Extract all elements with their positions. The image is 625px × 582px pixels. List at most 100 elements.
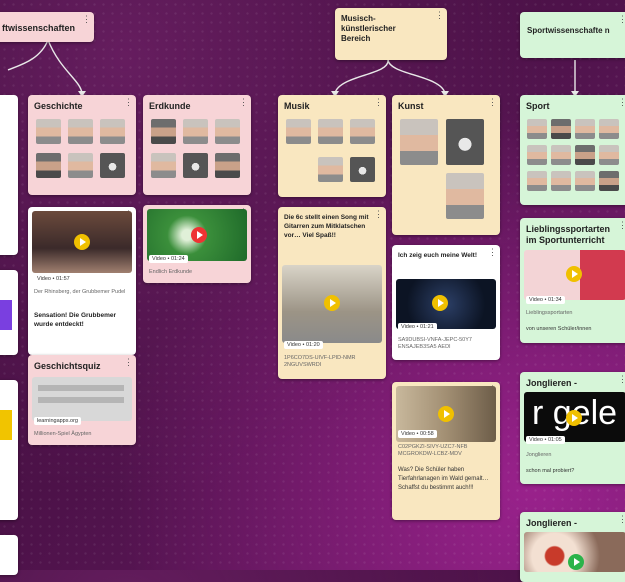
teacher-photo (318, 119, 343, 144)
post-title: Die 6c stellt einen Song mit Gitarren zu… (284, 214, 369, 239)
card-erdkunde-video[interactable]: ⋮ Video • 01:24 Endlich Erdkunde (143, 205, 251, 283)
column-header-left[interactable]: ftwissenschaften ⋮ (0, 12, 94, 42)
teacher-photo (36, 153, 61, 178)
video-duration-badge: Video • 01:05 (526, 436, 565, 444)
more-icon[interactable]: ⋮ (374, 98, 383, 107)
card-kunst-video-1[interactable]: ⋮ Ich zeig euch meine Welt! Video • 01:2… (392, 245, 500, 360)
column-header-title: ftwissenschaften (2, 23, 76, 33)
card-title: Jonglieren - (526, 518, 578, 528)
play-icon[interactable] (566, 266, 582, 282)
teacher-photo (286, 119, 311, 144)
teacher-photo (551, 119, 571, 139)
teacher-photo (68, 119, 93, 144)
teacher-photo (551, 171, 571, 191)
play-icon[interactable] (432, 295, 448, 311)
teacher-photo (599, 171, 619, 191)
video-thumbnail[interactable] (524, 532, 625, 572)
play-icon[interactable] (324, 295, 340, 311)
teacher-photo (183, 119, 208, 144)
teacher-photo (575, 119, 595, 139)
quiz-preview[interactable] (32, 377, 132, 421)
teacher-photo (151, 153, 176, 178)
teacher-photo (318, 157, 343, 182)
card-geschichtsquiz[interactable]: Geschichtsquiz ⋮ learningapps.org Millio… (28, 355, 136, 445)
post-title: Ich zeig euch meine Welt! (398, 252, 477, 259)
teacher-photo (575, 145, 595, 165)
placeholder-photo (446, 119, 484, 165)
teacher-photo (599, 119, 619, 139)
video-duration-badge: Video • 01:24 (149, 255, 188, 263)
video-duration-badge: Video • 00:58 (398, 430, 437, 438)
card-jonglieren-2[interactable]: Jonglieren - ⋮ (520, 512, 625, 582)
video-thumbnail[interactable]: r gele (524, 392, 625, 442)
teacher-photo (215, 119, 240, 144)
partial-card[interactable] (0, 95, 18, 255)
card-kunst[interactable]: Kunst ⋮ (392, 95, 500, 235)
column-header-middle[interactable]: Musisch-künstlerischer Bereich ⋮ (335, 8, 447, 60)
more-icon[interactable]: ⋮ (618, 221, 625, 230)
video-meta: Endlich Erdkunde (149, 269, 193, 275)
teacher-photo (527, 171, 547, 191)
video-thumbnail[interactable] (396, 279, 496, 329)
more-icon[interactable]: ⋮ (618, 98, 625, 107)
column-header-right[interactable]: Sportwissenschafte n ⋮ (520, 12, 625, 58)
play-icon[interactable] (191, 227, 207, 243)
placeholder-photo (183, 153, 208, 178)
play-icon[interactable] (74, 234, 90, 250)
video-duration-badge: Video • 01:20 (284, 341, 323, 349)
post-text: von unseren Schüler/innen (526, 326, 592, 332)
more-icon[interactable]: ⋮ (435, 11, 444, 20)
card-geschichte[interactable]: Geschichte ⋮ (28, 95, 136, 195)
link-meta: Millionen-Spiel Ägypten (34, 431, 92, 437)
teacher-photo (446, 173, 484, 219)
more-icon[interactable]: ⋮ (488, 248, 497, 257)
more-icon[interactable]: ⋮ (618, 375, 625, 384)
video-thumbnail[interactable] (32, 211, 132, 273)
video-duration-badge: Video • 01:21 (398, 323, 437, 331)
partial-card[interactable] (0, 380, 18, 520)
card-jonglieren-1[interactable]: Jonglieren - ⋮ r gele Video • 01:05 Jong… (520, 372, 625, 484)
card-lieblingssportarten[interactable]: Lieblingssportarten im Sportunterricht ⋮… (520, 218, 625, 343)
video-duration-badge: Video • 01:34 (526, 296, 565, 304)
teacher-photo (151, 119, 176, 144)
teacher-photo (400, 119, 438, 165)
teacher-photo (36, 119, 61, 144)
placeholder-photo (350, 157, 375, 182)
card-title: Geschichtsquiz (34, 361, 101, 371)
video-meta: 1P6CO7DS-UIVF-LPID-NMR 2NGUVSWRDI (284, 355, 356, 368)
more-icon[interactable]: ⋮ (124, 358, 133, 367)
placeholder-photo (100, 153, 125, 178)
video-duration-badge: Video • 01:57 (34, 275, 73, 283)
teacher-photo (599, 145, 619, 165)
teacher-photo (575, 171, 595, 191)
partial-card[interactable] (0, 270, 18, 355)
card-musik[interactable]: Musik ⋮ (278, 95, 386, 197)
play-icon[interactable] (438, 406, 454, 422)
video-thumbnail[interactable] (147, 209, 247, 261)
column-header-title: Sportwissenschafte n (527, 26, 610, 35)
card-musik-video[interactable]: ⋮ Die 6c stellt einen Song mit Gitarren … (278, 207, 386, 379)
more-icon[interactable]: ⋮ (618, 15, 625, 24)
more-icon[interactable]: ⋮ (488, 98, 497, 107)
video-meta: Jonglieren (526, 452, 552, 458)
card-kunst-video-2[interactable]: ⋮ Video • 00:58 C02PGKZI-SIVY-UZC7-NFB M… (392, 382, 500, 520)
play-icon[interactable] (566, 410, 582, 426)
video-thumbnail[interactable] (524, 250, 625, 300)
link-domain-badge: learningapps.org (34, 417, 81, 425)
video-thumbnail[interactable] (282, 265, 382, 343)
more-icon[interactable]: ⋮ (239, 98, 248, 107)
card-erdkunde[interactable]: Erdkunde ⋮ (143, 95, 251, 195)
card-title: Jonglieren - (526, 378, 578, 388)
more-icon[interactable]: ⋮ (82, 15, 91, 24)
more-icon[interactable]: ⋮ (618, 515, 625, 524)
teacher-photo (350, 119, 375, 144)
play-icon[interactable] (568, 554, 584, 570)
more-icon[interactable]: ⋮ (124, 98, 133, 107)
card-geschichte-video[interactable]: ⋮ Video • 01:57 Der Rhinsberg, der Grubb… (28, 207, 136, 355)
card-title: Geschichte (34, 101, 83, 111)
teacher-photo (68, 153, 93, 178)
video-meta: Lieblingssportarten (526, 310, 573, 316)
teacher-photo (100, 119, 125, 144)
card-sport[interactable]: Sport ⋮ (520, 95, 625, 205)
partial-card[interactable] (0, 535, 18, 575)
